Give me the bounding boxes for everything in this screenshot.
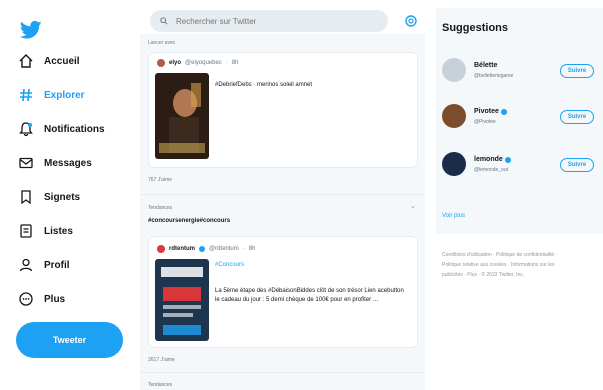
author-name[interactable]: elyo (169, 60, 181, 66)
search-icon (160, 17, 168, 25)
author-name[interactable]: rdtentum (169, 246, 195, 252)
section-label: Lancer avec (148, 40, 176, 46)
verified-badge-icon (504, 156, 511, 163)
follow-button[interactable]: Suivre (560, 110, 594, 124)
tweet-card[interactable]: rdtentum @rdtentum · 8h #Concours La 5èm… (148, 236, 418, 348)
section-label: Tendances (148, 382, 173, 388)
tweet-text: #DebriefDebs · merinos soleil amnet (215, 82, 313, 88)
avatar[interactable] (157, 245, 165, 253)
suggestion-handle: @Pivotee (474, 119, 496, 125)
nav-label: Explorer (44, 89, 85, 101)
author-handle: @rdtentum (209, 246, 239, 252)
search-input[interactable] (174, 15, 368, 27)
search-bar-area (140, 0, 425, 34)
tweet-button[interactable]: Tweeter (16, 322, 123, 358)
explore-column: Lancer avec elyo @elyoquebec · 8h #Debri… (140, 0, 425, 390)
nav-label: Notifications (44, 123, 105, 135)
suggestion-name[interactable]: lemonde (474, 156, 511, 163)
tweet-time: 8h (248, 246, 256, 252)
divider (140, 372, 425, 373)
nav-label: Messages (44, 157, 92, 169)
suggestion-name-text[interactable]: Pivotee (474, 108, 499, 115)
right-sidebar: Suggestions Bélette @belletterlegame Sui… (430, 0, 603, 390)
suggestion-name[interactable]: Pivotee (474, 108, 507, 115)
nav-label: Accueil (44, 55, 80, 67)
chevron-down-icon[interactable]: ⌄ (410, 202, 416, 210)
bell-icon (18, 121, 34, 137)
avatar[interactable] (442, 104, 466, 128)
hashtag-link[interactable]: #Concours (215, 262, 244, 268)
nav-label: Signets (44, 191, 81, 203)
suggestion-item[interactable]: Bélette @belletterlegame Suivre (442, 58, 598, 98)
nav-item-accueil[interactable]: Accueil (18, 48, 80, 74)
nav-item-notifications[interactable]: Notifications (18, 116, 105, 142)
home-icon (18, 53, 34, 69)
suggestion-item[interactable]: lemonde @lemonde_out Suivre (442, 152, 598, 192)
mail-icon (18, 155, 34, 171)
see-more-link[interactable]: Voir plus (442, 213, 465, 219)
tweet-image[interactable] (155, 73, 209, 159)
avatar[interactable] (442, 152, 466, 176)
avatar[interactable] (157, 59, 165, 67)
section-label: Tendances (148, 205, 173, 211)
suggestion-handle: @belletterlegame (474, 73, 514, 79)
tweet-author-row: elyo @elyoquebec · 8h (157, 59, 239, 67)
tweet-likes: 2617 J'aime (148, 357, 175, 363)
nav-item-listes[interactable]: Listes (18, 218, 73, 244)
settings-gear-icon[interactable] (404, 14, 418, 28)
tweet-time: 8h (231, 60, 239, 66)
nav-item-messages[interactable]: Messages (18, 150, 92, 176)
follow-button[interactable]: Suivre (560, 64, 594, 78)
nav-item-profil[interactable]: Profil (18, 252, 70, 278)
tweet-hashtag: #Concours (215, 261, 410, 270)
avatar[interactable] (442, 58, 466, 82)
left-navigation: Accueil Explorer Notifications Messages … (0, 0, 135, 390)
trend-hashtag[interactable]: #concoursenergie#concours (148, 218, 230, 224)
suggestions-title: Suggestions (442, 22, 509, 34)
footer-links[interactable]: Conditions d'utilisation · Politique de … (442, 250, 566, 280)
nav-label: Listes (44, 225, 73, 237)
nav-label: Profil (44, 259, 70, 271)
search-box[interactable] (150, 10, 388, 32)
tweet-card[interactable]: elyo @elyoquebec · 8h #DebriefDebs · mer… (148, 52, 418, 168)
list-icon (18, 223, 34, 239)
twitter-logo-icon[interactable] (20, 20, 42, 40)
hashtag-icon (18, 87, 34, 103)
verified-badge-icon (199, 246, 205, 252)
nav-item-signets[interactable]: Signets (18, 184, 80, 210)
nav-item-plus[interactable]: Plus (18, 286, 65, 312)
nav-item-explorer[interactable]: Explorer (18, 82, 85, 108)
suggestion-handle: @lemonde_out (474, 167, 508, 173)
nav-label: Plus (44, 293, 66, 305)
user-icon (18, 257, 34, 273)
tweet-image[interactable] (155, 259, 209, 341)
suggestion-name-text[interactable]: lemonde (474, 156, 503, 163)
divider (140, 194, 425, 195)
follow-button[interactable]: Suivre (560, 158, 594, 172)
tweet-text: La 5ème étape des #DébaisonBiddes clôt d… (215, 288, 404, 303)
tweet-author-row: rdtentum @rdtentum · 8h (157, 245, 255, 253)
suggestion-name[interactable]: Bélette (474, 62, 497, 69)
bookmark-icon (18, 189, 34, 205)
tweet-likes: 767 J'aime (148, 177, 173, 183)
more-icon (18, 291, 34, 307)
verified-badge-icon (500, 108, 507, 115)
suggestion-item[interactable]: Pivotee @Pivotee Suivre (442, 104, 598, 144)
author-handle: @elyoquebec (185, 60, 222, 66)
